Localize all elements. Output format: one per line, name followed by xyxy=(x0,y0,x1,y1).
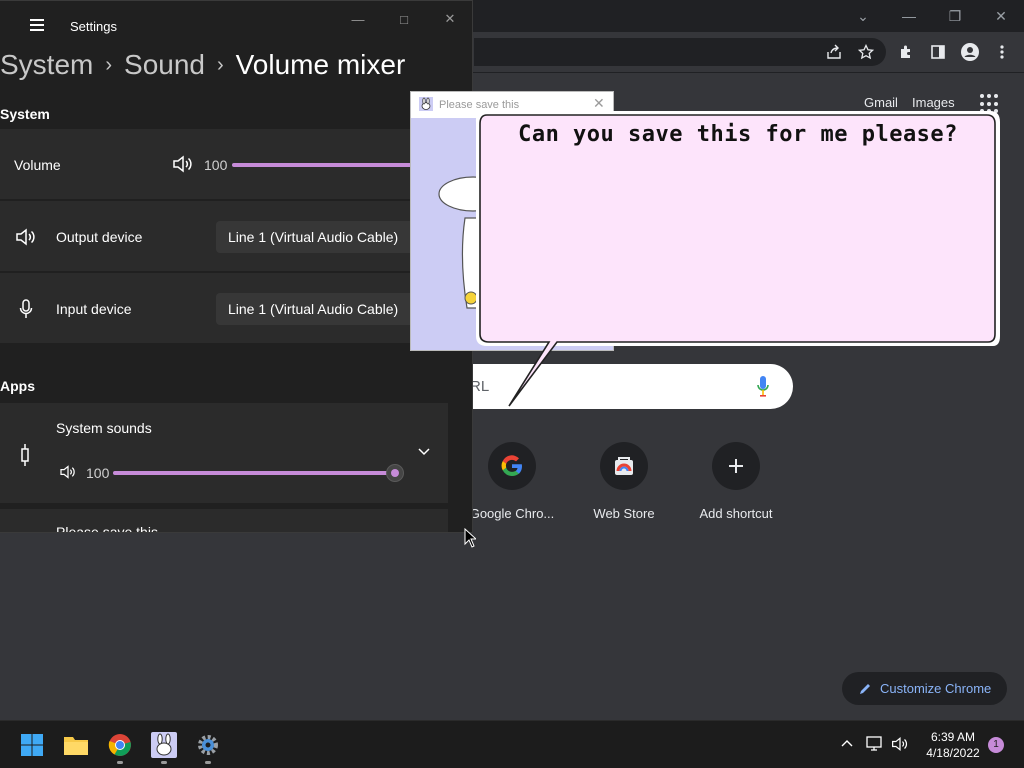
chevron-down-icon[interactable] xyxy=(418,448,430,456)
input-device-card: Input device Line 1 (Virtual Audio Cable… xyxy=(0,273,470,343)
speaker-icon xyxy=(16,228,35,246)
start-button[interactable] xyxy=(16,729,48,761)
shortcut-label: Web Store xyxy=(593,506,655,521)
clock-time: 6:39 AM xyxy=(930,730,976,744)
system-sounds-slider[interactable] xyxy=(113,471,395,475)
customize-chrome-button[interactable]: Customize Chrome xyxy=(842,672,1007,705)
running-indicator xyxy=(117,761,123,764)
extensions-icon[interactable] xyxy=(894,40,918,64)
settings-window: Settings — □ ✕ System › Sound › Volume mixer… xyxy=(0,0,473,533)
hamburger-menu-icon[interactable] xyxy=(30,19,44,31)
close-button[interactable]: ✕ xyxy=(978,0,1024,32)
section-heading-system: System xyxy=(0,106,50,122)
network-icon[interactable] xyxy=(866,736,884,752)
settings-taskbar-button[interactable] xyxy=(192,729,224,764)
output-device-card: Output device Line 1 (Virtual Audio Cabl… xyxy=(0,201,470,271)
speaker-icon[interactable] xyxy=(172,155,194,173)
breadcrumb-system[interactable]: System xyxy=(0,49,93,80)
mouse-cursor-icon xyxy=(464,528,476,548)
close-button[interactable]: ✕ xyxy=(435,9,465,29)
speaker-icon[interactable] xyxy=(59,465,77,479)
running-indicator xyxy=(161,761,167,764)
minimize-button[interactable]: — xyxy=(343,9,373,29)
shortcut-label: Google Chro... xyxy=(469,506,555,521)
shortcut-tile[interactable]: Web Store xyxy=(569,442,679,521)
bunny-app-taskbar-button[interactable] xyxy=(148,729,180,764)
output-device-label: Output device xyxy=(56,229,143,245)
page-title: Volume mixer xyxy=(235,49,406,80)
speech-bubble-text: Can you save this for me please? xyxy=(518,122,958,147)
bunny-app-icon xyxy=(151,732,177,758)
customize-label: Customize Chrome xyxy=(880,681,992,696)
breadcrumb: System › Sound › Volume mixer xyxy=(0,49,405,81)
input-device-label: Input device xyxy=(56,301,132,317)
volume-icon[interactable] xyxy=(891,736,909,752)
bookmark-star-icon[interactable] xyxy=(854,40,878,64)
share-icon[interactable] xyxy=(822,40,846,64)
shortcut-tile[interactable]: Google Chro... xyxy=(457,442,567,521)
speech-bubble: Can you save this for me please? xyxy=(473,108,1003,413)
clock-date: 4/18/2022 xyxy=(926,746,980,760)
restore-button[interactable]: ❐ xyxy=(932,0,978,32)
taskbar: 6:39 AM 4/18/2022 1 xyxy=(0,720,1024,768)
volume-label: Volume xyxy=(14,157,61,173)
clock[interactable]: 6:39 AM 4/18/2022 xyxy=(918,729,988,761)
volume-card: Volume 100 xyxy=(0,129,470,199)
file-explorer-button[interactable] xyxy=(60,729,92,761)
section-heading-apps: Apps xyxy=(0,378,35,394)
add-shortcut-tile[interactable]: Add shortcut xyxy=(681,442,791,521)
minimize-button[interactable]: — xyxy=(886,0,932,32)
system-sounds-label: System sounds xyxy=(56,420,152,436)
breadcrumb-sound[interactable]: Sound xyxy=(124,49,205,80)
app-name-label: Please save this xyxy=(56,524,158,533)
notification-badge[interactable]: 1 xyxy=(988,737,1004,753)
chrome-icon xyxy=(108,734,131,756)
speech-bubble-shape xyxy=(475,111,1001,408)
windows-logo-icon xyxy=(21,734,43,756)
gear-icon xyxy=(198,735,218,755)
tab-search-icon[interactable]: ⌄ xyxy=(840,0,886,32)
shortcut-label: Add shortcut xyxy=(699,506,773,521)
plus-icon xyxy=(712,442,760,490)
output-device-dropdown[interactable]: Line 1 (Virtual Audio Cable) xyxy=(216,221,426,253)
chevron-right-icon: › xyxy=(105,54,113,76)
microphone-icon xyxy=(19,299,33,318)
system-sounds-card: System sounds 100 xyxy=(0,403,448,503)
audio-jack-icon xyxy=(21,444,29,466)
chevron-right-icon: › xyxy=(217,54,224,76)
folder-icon xyxy=(64,737,88,755)
chrome-taskbar-button[interactable] xyxy=(104,729,136,764)
system-sounds-value: 100 xyxy=(86,465,110,481)
volume-slider[interactable] xyxy=(232,163,432,167)
volume-value: 100 xyxy=(204,157,228,173)
bunny-app-icon xyxy=(419,97,433,111)
running-indicator xyxy=(205,761,211,764)
maximize-button[interactable]: □ xyxy=(389,9,419,29)
input-device-dropdown[interactable]: Line 1 (Virtual Audio Cable) xyxy=(216,293,426,325)
profile-icon[interactable] xyxy=(958,40,982,64)
web-store-icon xyxy=(600,442,648,490)
app-card: Please save this xyxy=(0,509,448,533)
chevron-up-icon[interactable] xyxy=(841,739,853,747)
side-panel-icon[interactable] xyxy=(926,40,950,64)
window-title: Settings xyxy=(70,19,117,34)
menu-kebab-icon[interactable] xyxy=(990,40,1014,64)
google-icon xyxy=(488,442,536,490)
pencil-icon xyxy=(860,683,870,694)
system-sounds-slider-thumb[interactable] xyxy=(386,464,404,482)
